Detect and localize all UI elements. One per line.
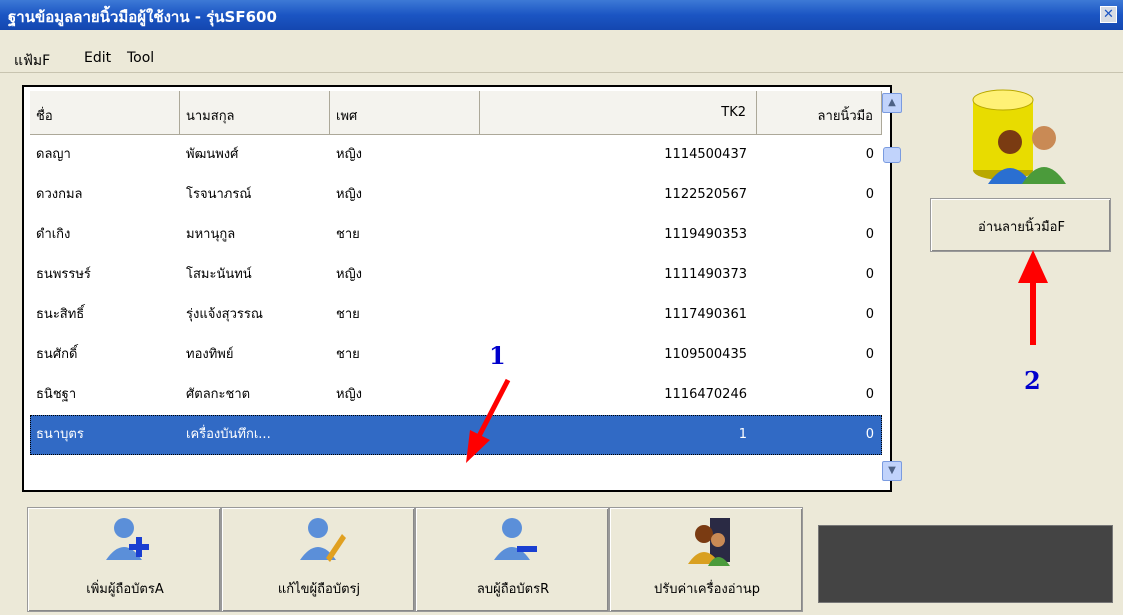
cell-fp: 0 — [865, 147, 874, 162]
cell-last: เครื่องบันทึกเ... — [186, 427, 271, 442]
status-display-panel — [818, 525, 1113, 603]
column-header-fingerprint[interactable]: ลายนิ้วมือ — [757, 91, 882, 135]
cell-first: ธนาบุตร — [36, 427, 84, 442]
column-header-tk2[interactable]: TK2 — [480, 91, 757, 135]
annotation-number-1: 1 — [489, 341, 506, 370]
scroll-thumb[interactable] — [883, 147, 901, 163]
read-fingerprint-button[interactable]: อ่านลายนิ้วมือF — [930, 198, 1111, 252]
cell-tk2: 1109500435 — [664, 347, 747, 362]
column-header-first-name[interactable]: ชื่อ — [30, 91, 180, 135]
cell-fp: 0 — [865, 387, 874, 402]
list-scrollbar[interactable]: ▲ ▼ — [882, 91, 902, 484]
delete-cardholder-button[interactable]: ลบผู้ถือบัตรR — [415, 507, 609, 612]
cell-first: ดวงกมล — [36, 187, 83, 202]
cell-tk2: 1116470246 — [664, 387, 747, 402]
cell-first: ธนพรรษร์ — [36, 267, 91, 282]
menu-edit[interactable]: Edit — [84, 50, 111, 66]
window-title: ฐานข้อมูลลายนิ้วมือผู้ใช้งาน - รุ่นSF600 — [8, 8, 277, 26]
edit-user-icon — [300, 518, 346, 562]
cell-sex — [336, 415, 476, 455]
cell-first: ธนศักดิ์ — [36, 347, 78, 362]
chevron-down-icon: ▼ — [888, 465, 896, 476]
table-row[interactable]: ธนิชฐา ศัตลกะชาต หญิง 1116470246 0 — [30, 375, 882, 415]
cell-sex: ชาย — [336, 307, 360, 322]
cell-sex: หญิง — [336, 147, 362, 162]
remove-user-icon — [494, 518, 537, 560]
user-list[interactable]: ชื่อ นามสกุล เพศ TK2 ลายนิ้วมือ ดลญา พัฒน… — [30, 91, 882, 484]
add-user-icon — [106, 518, 149, 560]
scroll-down-button[interactable]: ▼ — [882, 461, 902, 481]
cell-fp: 0 — [865, 307, 874, 322]
cell-fp: 0 — [865, 227, 874, 242]
cell-last: มหานุกูล — [186, 227, 236, 242]
cell-fp: 0 — [865, 427, 874, 442]
close-icon: ✕ — [1103, 7, 1114, 22]
cell-sex: หญิง — [336, 267, 362, 282]
cell-tk2: 1119490353 — [664, 227, 747, 242]
table-row[interactable]: ธนพรรษร์ โสมะนันทน์ หญิง 1111490373 0 — [30, 255, 882, 295]
cell-fp: 0 — [865, 187, 874, 202]
cell-last: ทองทิพย์ — [186, 347, 234, 362]
column-header-sex[interactable]: เพศ — [330, 91, 480, 135]
cell-last: พัฒนพงศ์ — [186, 147, 239, 162]
cell-last: โรจนาภรณ์ — [186, 187, 252, 202]
scroll-up-button[interactable]: ▲ — [882, 93, 902, 113]
cell-fp: 0 — [865, 347, 874, 362]
user-list-frame: ชื่อ นามสกุล เพศ TK2 ลายนิ้วมือ ดลญา พัฒน… — [22, 85, 902, 492]
reader-config-icon — [688, 518, 730, 566]
cell-last: โสมะนันทน์ — [186, 267, 252, 282]
cell-fp: 0 — [865, 267, 874, 282]
table-row[interactable]: ดำเกิง มหานุกูล ชาย 1119490353 0 — [30, 215, 882, 255]
table-row[interactable]: ธนศักดิ์ ทองทิพย์ ชาย 1109500435 0 — [30, 335, 882, 375]
table-row[interactable]: ดลญา พัฒนพงศ์ หญิง 1114500437 0 — [30, 135, 882, 175]
menu-file[interactable]: แฟ้มF — [14, 50, 50, 72]
menu-tool[interactable]: Tool — [127, 50, 154, 66]
cell-first: ดำเกิง — [36, 227, 71, 242]
cell-first: ธนะสิทธิ์ — [36, 307, 85, 322]
title-bar: ฐานข้อมูลลายนิ้วมือผู้ใช้งาน - รุ่นSF600… — [0, 0, 1123, 30]
table-row[interactable]: ดวงกมล โรจนาภรณ์ หญิง 1122520567 0 — [30, 175, 882, 215]
reader-settings-button[interactable]: ปรับค่าเครื่องอ่านp — [609, 507, 803, 612]
cell-first: ดลญา — [36, 147, 71, 162]
cell-sex: หญิง — [336, 187, 362, 202]
cell-last: รุ่งแจ้งสุวรรณ — [186, 307, 263, 322]
cell-tk2: 1117490361 — [664, 307, 747, 322]
cell-sex: หญิง — [336, 387, 362, 402]
edit-cardholder-button[interactable]: แก้ไขผู้ถือบัตรj — [221, 507, 415, 612]
column-header-last-name[interactable]: นามสกุล — [180, 91, 330, 135]
cell-tk2: 1122520567 — [664, 187, 747, 202]
cell-tk2: 1111490373 — [664, 267, 747, 282]
menu-bar: แฟ้มF Edit Tool — [0, 30, 1123, 73]
cell-sex: ชาย — [336, 347, 360, 362]
close-button[interactable]: ✕ — [1100, 6, 1117, 23]
cell-last: ศัตลกะชาต — [186, 387, 251, 402]
cell-tk2: 1 — [738, 427, 747, 442]
users-database-icon — [972, 89, 1066, 184]
cell-tk2: 1114500437 — [664, 147, 747, 162]
table-row[interactable]: ธนะสิทธิ์ รุ่งแจ้งสุวรรณ ชาย 1117490361 0 — [30, 295, 882, 335]
annotation-number-2: 2 — [1024, 366, 1041, 395]
chevron-up-icon: ▲ — [888, 97, 896, 108]
table-row[interactable]: ธนาบุตร เครื่องบันทึกเ... 1 0 — [30, 415, 882, 455]
add-cardholder-button[interactable]: เพิ่มผู้ถือบัตรA — [27, 507, 221, 612]
cell-sex: ชาย — [336, 227, 360, 242]
cell-first: ธนิชฐา — [36, 387, 77, 402]
